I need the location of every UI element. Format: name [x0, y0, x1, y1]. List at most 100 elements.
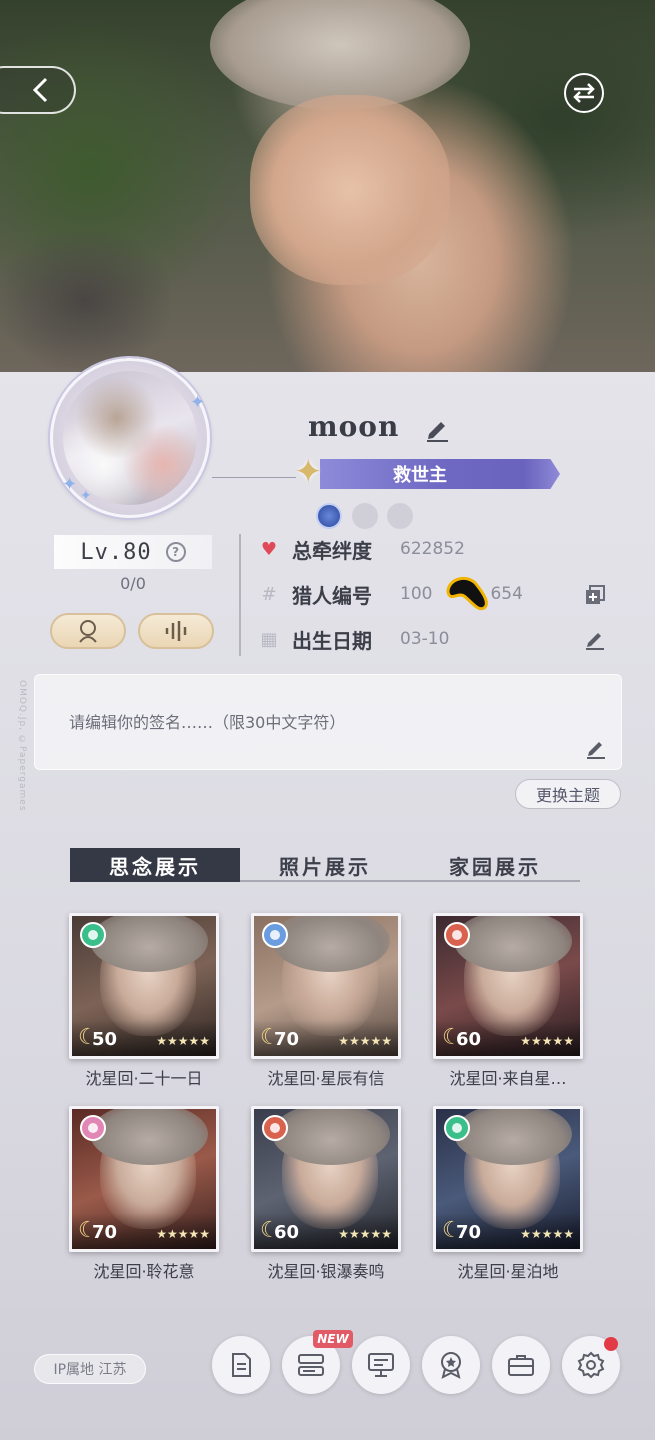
card-level: 70 — [456, 1222, 482, 1243]
banner-character-hands — [250, 95, 450, 285]
memory-card[interactable]: ☾ 60 ★★★★★ 沈星回·来自星… — [433, 913, 583, 1089]
card-gem-icon — [444, 1115, 470, 1141]
star-decoration-icon: ✦ — [80, 488, 92, 504]
card-name: 沈星回·来自星… — [449, 1069, 567, 1088]
card-stars: ★★★★★ — [338, 1227, 392, 1241]
avatar-image — [63, 371, 197, 505]
card-stars: ★★★★★ — [156, 1034, 210, 1048]
ip-location: IP属地 江苏 — [34, 1354, 146, 1384]
signature-placeholder: 请编辑你的签名……（限30中文字符） — [69, 713, 346, 732]
stat-bond: ♥ 总牵绊度 622852 — [258, 534, 465, 564]
profile-banner — [0, 0, 655, 372]
level-text: Lv.80 — [80, 539, 152, 565]
memory-card[interactable]: ☾ 70 ★★★★★ 沈星回·星辰有信 — [251, 913, 401, 1089]
card-level: 60 — [456, 1029, 482, 1050]
card-image: ☾ 70 ★★★★★ — [69, 1106, 219, 1252]
card-name: 沈星回·聆花意 — [93, 1262, 195, 1281]
chevron-left-icon — [32, 77, 48, 103]
level-progress: 0/0 — [120, 574, 146, 593]
pencil-icon — [427, 422, 448, 442]
portrait-button[interactable] — [50, 613, 126, 649]
help-icon[interactable]: ? — [165, 542, 186, 562]
tab-photos[interactable]: 照片展示 — [240, 848, 410, 882]
change-theme-button[interactable]: 更换主题 — [515, 779, 621, 809]
pencil-icon — [586, 633, 604, 650]
new-badge: NEW — [313, 1330, 353, 1348]
message-board-button[interactable] — [352, 1336, 410, 1394]
card-stars: ★★★★★ — [520, 1227, 574, 1241]
signature-field[interactable]: 请编辑你的签名……（限30中文字符） — [34, 674, 622, 770]
stat-label: 总牵绊度 — [292, 538, 372, 563]
edit-birthday-button[interactable] — [584, 628, 606, 654]
switch-background-button[interactable] — [564, 73, 604, 113]
medal-slot-empty[interactable] — [352, 503, 378, 529]
message-board-icon — [368, 1353, 394, 1377]
card-name: 沈星回·二十一日 — [85, 1069, 203, 1088]
notification-dot — [604, 1337, 618, 1351]
banner-rock — [0, 230, 170, 370]
card-name: 沈星回·星辰有信 — [267, 1069, 385, 1088]
briefcase-icon: ▦ — [260, 628, 278, 650]
card-gem-icon — [444, 922, 470, 948]
card-gem-icon — [80, 1115, 106, 1141]
vertical-divider — [239, 534, 241, 656]
card-gem-icon — [262, 922, 288, 948]
voice-button[interactable] — [138, 613, 214, 649]
stat-value: 03-10 — [400, 629, 450, 649]
level-display: Lv.80 ? — [54, 535, 212, 569]
card-stars: ★★★★★ — [156, 1227, 210, 1241]
banner-character-hair — [210, 0, 470, 110]
stat-value-tail: 654 — [490, 584, 523, 604]
memory-card[interactable]: ☾ 70 ★★★★★ 沈星回·星泊地 — [433, 1106, 583, 1282]
tab-home[interactable]: 家园展示 — [410, 848, 580, 882]
briefcase-icon — [508, 1355, 534, 1376]
document-icon — [232, 1353, 251, 1377]
memory-card[interactable]: ☾ 50 ★★★★★ 沈星回·二十一日 — [69, 913, 219, 1089]
card-level: 50 — [92, 1029, 118, 1050]
memory-card[interactable]: ☾ 70 ★★★★★ 沈星回·聆花意 — [69, 1106, 219, 1282]
medal-slot-empty[interactable] — [387, 503, 413, 529]
stat-label: 出生日期 — [292, 628, 372, 653]
bag-button[interactable] — [492, 1336, 550, 1394]
medal-slot-zodiac-icon[interactable] — [316, 503, 342, 529]
memory-card[interactable]: ☾ 60 ★★★★★ 沈星回·银瀑奏鸣 — [251, 1106, 401, 1282]
edit-signature-button[interactable] — [585, 737, 607, 763]
back-button[interactable] — [0, 66, 76, 114]
soundwave-icon — [165, 621, 187, 641]
title-badge[interactable]: 救世主 — [320, 459, 560, 489]
stat-value: 622852 — [400, 539, 465, 559]
swap-arrows-icon — [573, 83, 595, 103]
username: moon — [308, 410, 400, 443]
edit-name-button[interactable] — [424, 416, 450, 446]
star-decoration-icon: ✦ — [62, 474, 78, 495]
card-gem-icon — [80, 922, 106, 948]
medal-icon — [441, 1352, 461, 1379]
card-stars: ★★★★★ — [520, 1034, 574, 1048]
title-text: 救世主 — [393, 465, 447, 486]
document-button[interactable] — [212, 1336, 270, 1394]
copy-button[interactable] — [584, 584, 606, 610]
card-name: 沈星回·银瀑奏鸣 — [267, 1262, 385, 1281]
person-outline-icon — [79, 620, 97, 643]
tab-memories[interactable]: 思念展示 — [70, 848, 240, 882]
title-star-icon: ✦ — [294, 452, 323, 492]
card-image: ☾ 60 ★★★★★ — [251, 1106, 401, 1252]
card-stars: ★★★★★ — [338, 1034, 392, 1048]
gear-icon — [577, 1351, 605, 1379]
card-image: ☾ 70 ★★★★★ — [433, 1106, 583, 1252]
card-gem-icon — [262, 1115, 288, 1141]
card-image: ☾ 50 ★★★★★ — [69, 913, 219, 1059]
achievement-button[interactable] — [422, 1336, 480, 1394]
heart-icon: ♥ — [260, 538, 278, 560]
redaction-scribble — [446, 576, 488, 611]
card-image: ☾ 70 ★★★★★ — [251, 913, 401, 1059]
copy-icon — [586, 585, 605, 604]
showcase-tabs: 思念展示 照片展示 家园展示 — [70, 848, 580, 882]
card-level: 70 — [274, 1029, 300, 1050]
stat-value: 100 — [400, 584, 433, 604]
hash-icon: # — [261, 583, 277, 605]
card-level: 60 — [274, 1222, 300, 1243]
stacked-bars-icon — [298, 1354, 324, 1376]
stat-birthday: ▦ 出生日期 03-10 — [258, 624, 449, 654]
card-level: 70 — [92, 1222, 118, 1243]
